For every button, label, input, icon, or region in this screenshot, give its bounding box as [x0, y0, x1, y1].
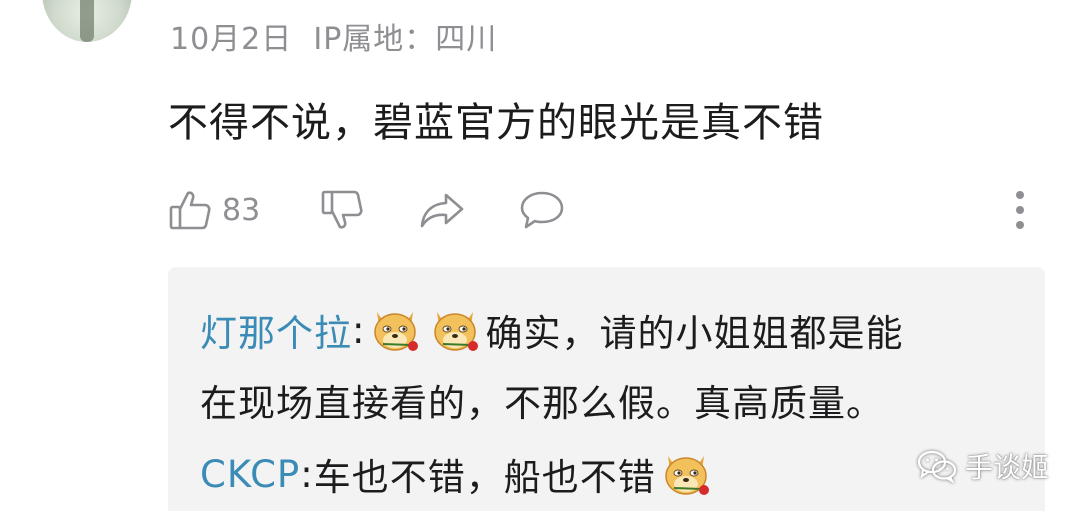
thumbs-up-icon [169, 191, 211, 230]
doge-rose-icon [374, 312, 419, 351]
reply-item-continued: 在现场直接看的，不那么假。真高质量。 [200, 373, 884, 427]
wechat-icon [917, 450, 957, 483]
reply-text-line2: 在现场直接看的，不那么假。真高质量。 [200, 382, 884, 425]
avatar[interactable] [42, 0, 132, 42]
more-vertical-icon [1016, 191, 1024, 229]
replies-panel[interactable]: 灯那个拉: 确实，请的小姐姐都是能 在现场直接看的，不那么假。真高质量。 CKC… [168, 267, 1045, 511]
reply-text-line1: 确实，请的小姐姐都是能 [485, 312, 904, 355]
reply-author[interactable]: CKCP [200, 453, 300, 496]
reply-separator: : [300, 452, 314, 496]
reply-item: CKCP: 车也不错，船也不错 [200, 447, 716, 501]
share-button[interactable] [418, 185, 466, 235]
reply-button[interactable] [518, 185, 566, 235]
reply-author[interactable]: 灯那个拉 [200, 303, 352, 357]
doge-rose-icon [664, 456, 709, 495]
watermark-text: 手谈姬 [965, 451, 1050, 484]
comment-date: 10月2日 [170, 22, 293, 57]
dislike-button[interactable] [320, 185, 364, 235]
comment-text: 不得不说，碧蓝官方的眼光是真不错 [168, 100, 824, 146]
reply-text: 车也不错，船也不错 [313, 456, 656, 499]
watermark: 手谈姬 [917, 446, 1049, 486]
avatar-image [80, 0, 94, 42]
ip-location: IP属地：四川 [313, 22, 498, 57]
share-icon [420, 193, 464, 228]
reply-separator: : [352, 308, 366, 352]
comment-meta: 10月2日 IP属地：四川 [170, 14, 497, 58]
reply-item: 灯那个拉: 确实，请的小姐姐都是能 [200, 303, 903, 357]
doge-rose-icon [434, 312, 479, 351]
comment-actions: 83 [168, 185, 1048, 235]
more-options-button[interactable] [1010, 185, 1030, 235]
thumbs-down-icon [321, 190, 363, 229]
comment-bubble-icon [520, 191, 564, 229]
like-count: 83 [222, 192, 261, 228]
comment-card: 10月2日 IP属地：四川 不得不说，碧蓝官方的眼光是真不错 83 灯那个拉:… [0, 0, 1080, 511]
like-button[interactable]: 83 [168, 185, 260, 235]
